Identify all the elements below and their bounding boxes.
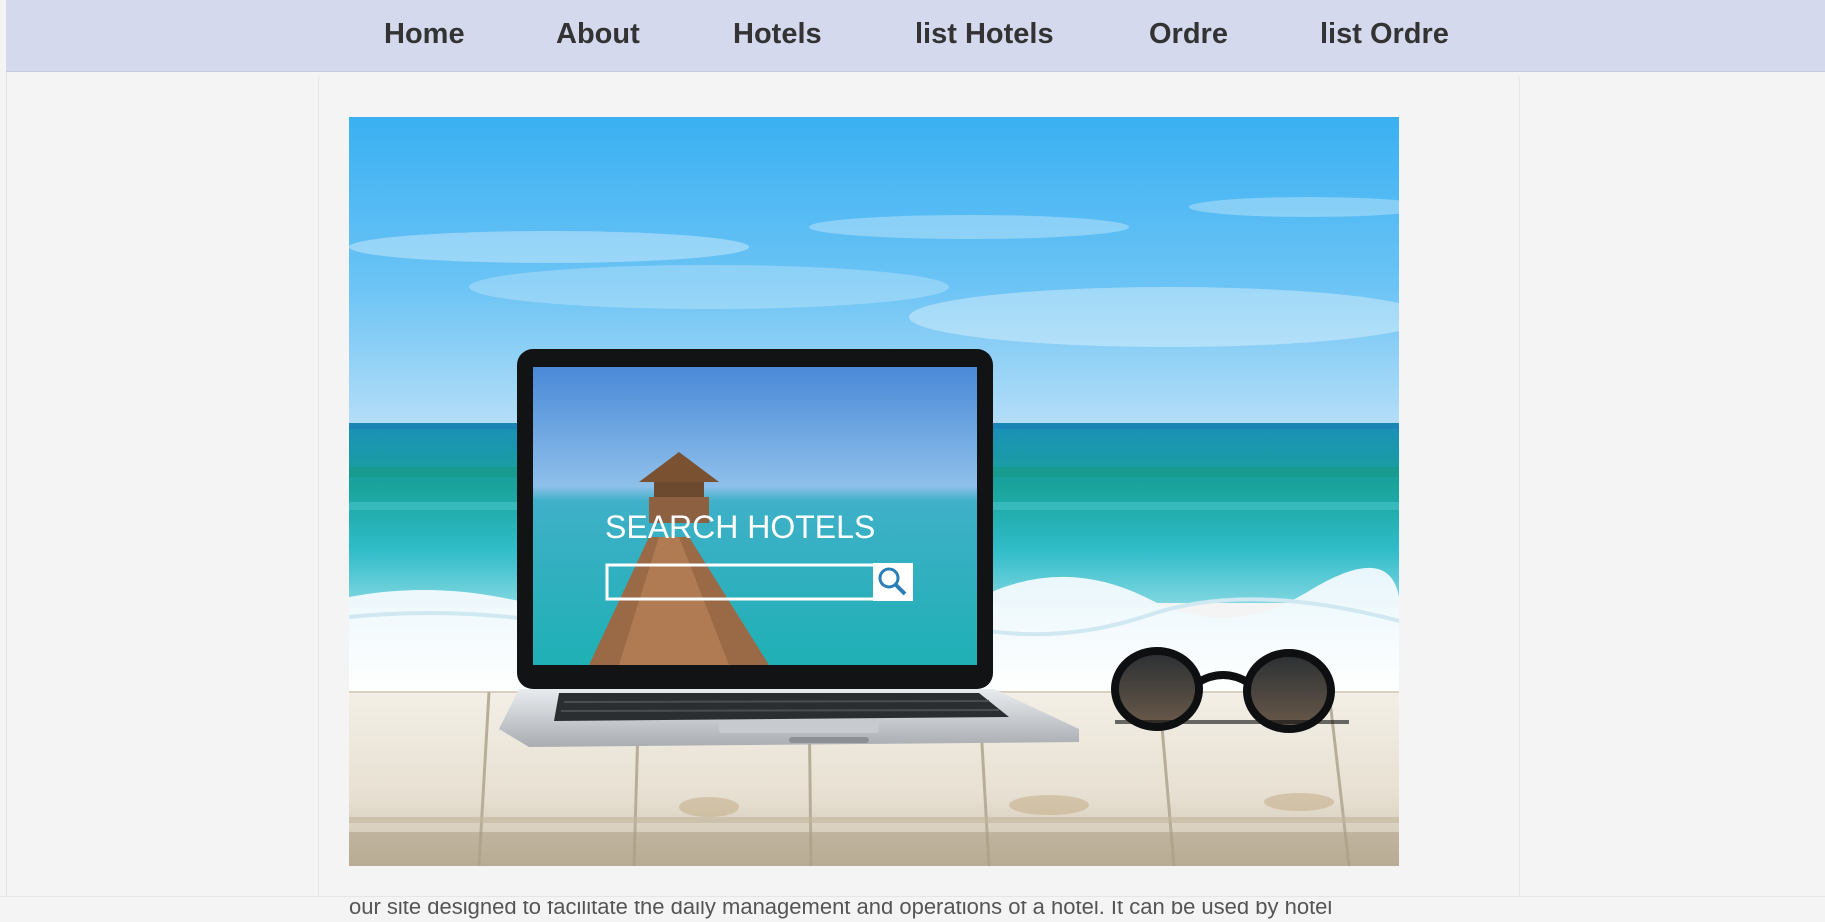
nav-link-list-hotels[interactable]: list Hotels (915, 16, 1054, 52)
nav-link-hotels[interactable]: Hotels (733, 16, 822, 52)
hero-image: SEARCH HOTELS (349, 117, 1399, 866)
screen-heading: SEARCH HOTELS (605, 509, 875, 545)
bottom-edge (0, 896, 1825, 901)
nav-link-list-ordre[interactable]: list Ordre (1320, 16, 1449, 52)
nav-link-ordre[interactable]: Ordre (1149, 16, 1228, 52)
nav-link-about[interactable]: About (556, 16, 640, 52)
nav-link-home[interactable]: Home (384, 16, 465, 52)
top-navbar: Home About Hotels list Hotels Ordre list… (6, 0, 1825, 72)
